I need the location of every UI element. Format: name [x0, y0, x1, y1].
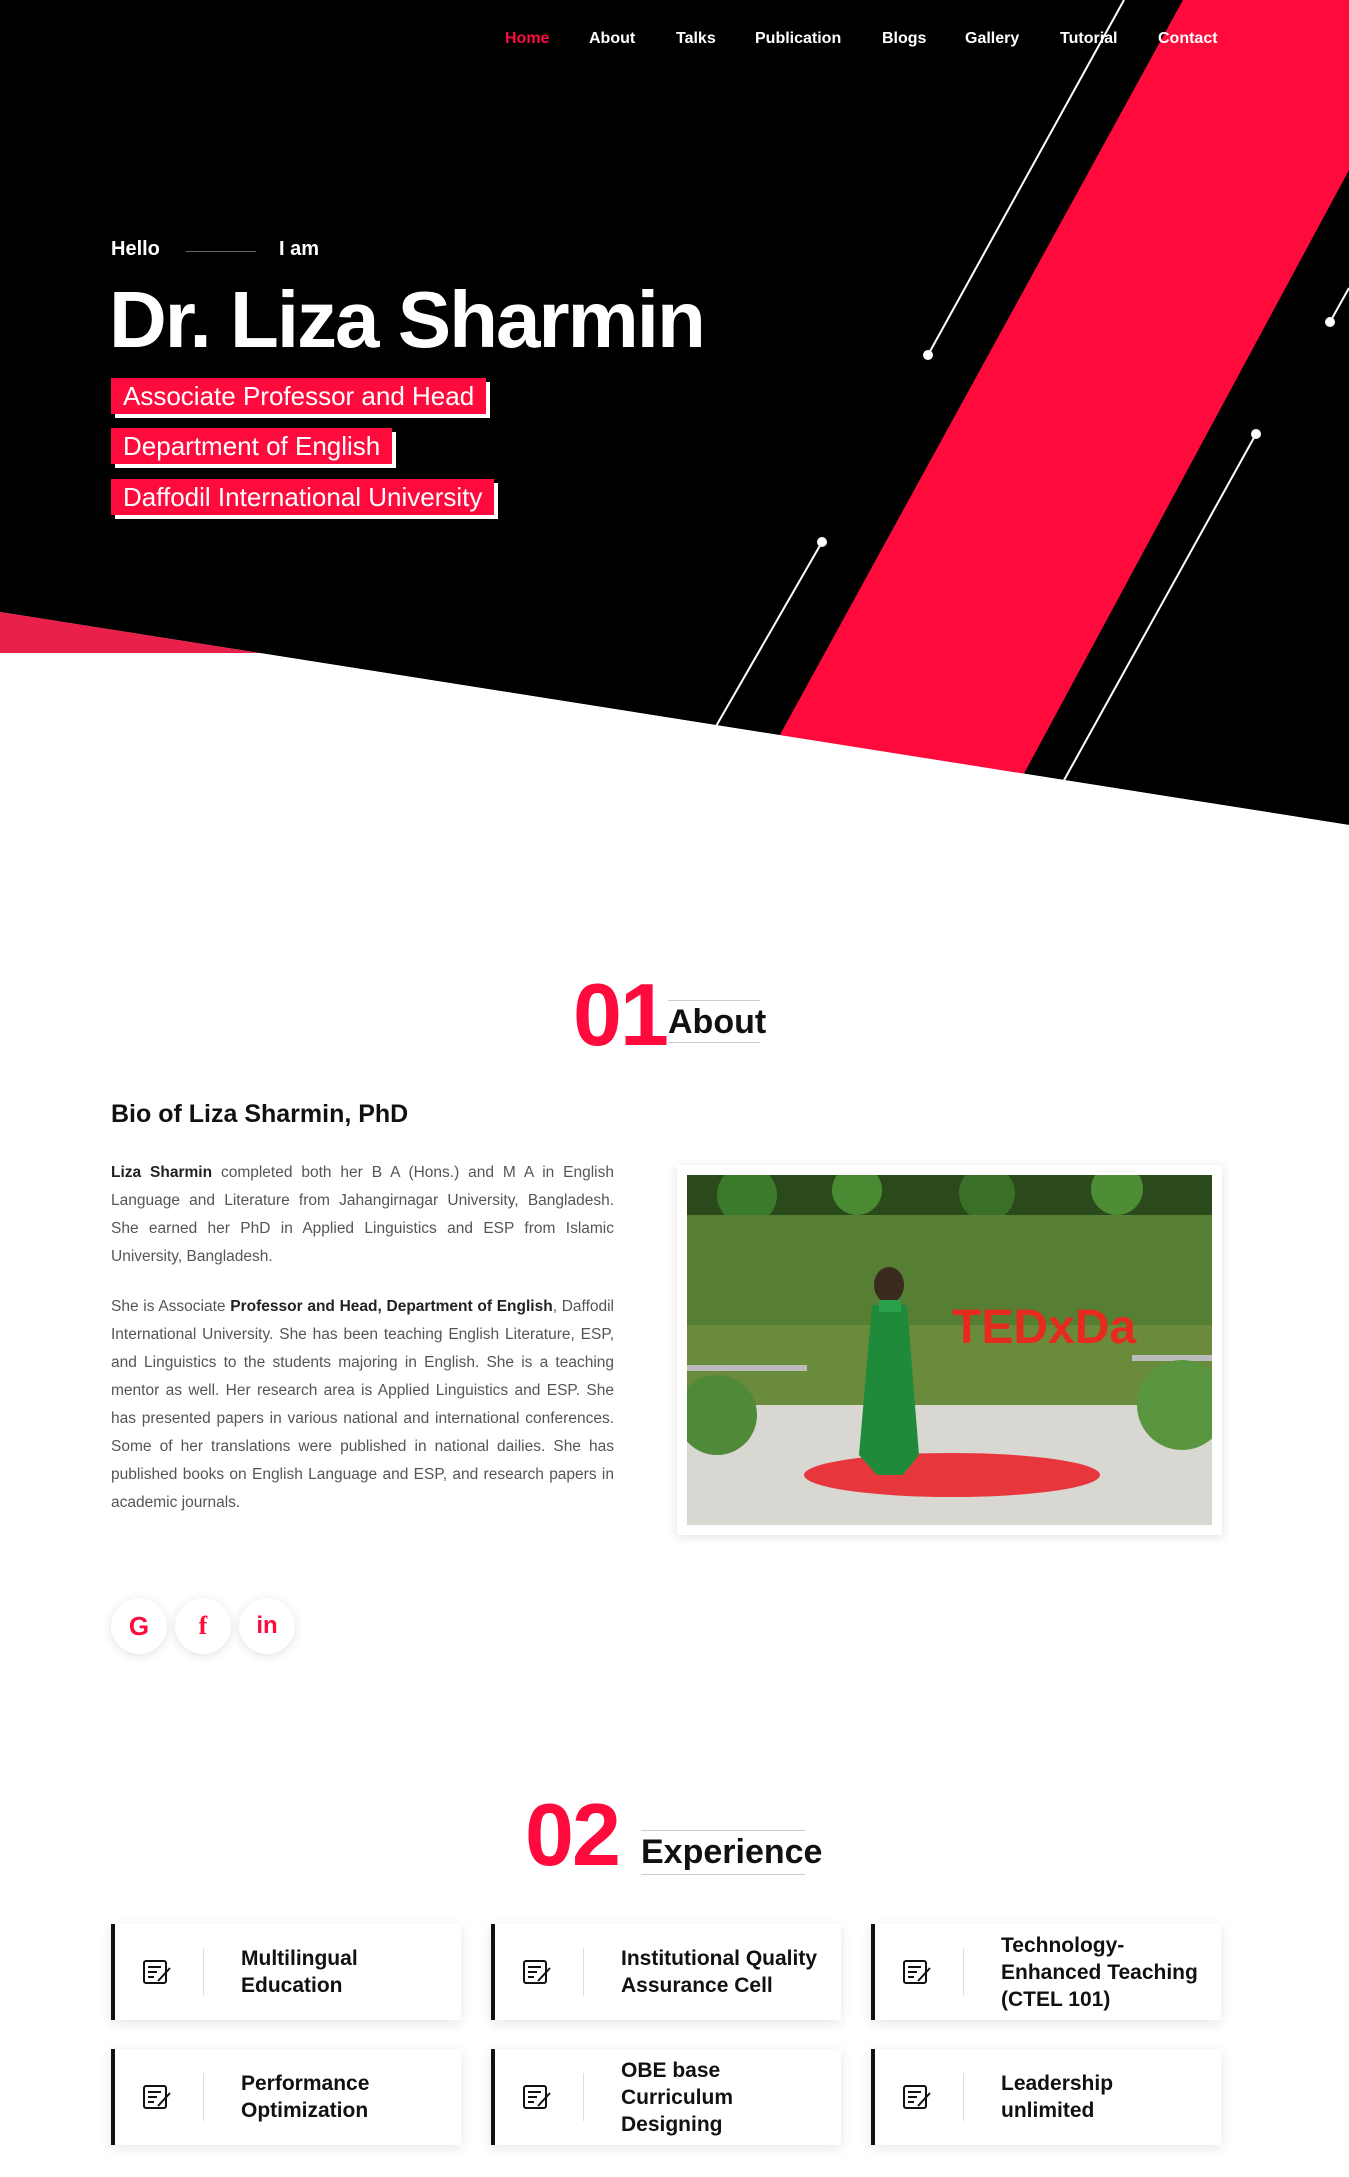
about-title-underline	[668, 1042, 760, 1043]
certificate-icon	[143, 1960, 171, 1984]
experience-label: Performance Optimization	[241, 2072, 370, 2122]
nav-talks[interactable]: Talks	[676, 30, 716, 48]
about-number: 01	[573, 965, 669, 1064]
about-heading: 01 About	[573, 970, 773, 1060]
hero-hello: Hello	[111, 238, 160, 260]
certificate-icon	[903, 2085, 931, 2109]
nav-blogs[interactable]: Blogs	[882, 30, 926, 48]
experience-title-underline	[641, 1874, 805, 1875]
card-divider	[203, 1948, 204, 1996]
experience-number: 02	[525, 1785, 621, 1884]
bio-title: Bio of Liza Sharmin, PhD	[111, 1100, 409, 1128]
bio-paragraph-1: Liza Sharmin completed both her B A (Hon…	[111, 1159, 614, 1271]
hero-iam: I am	[279, 238, 320, 260]
linkedin-icon[interactable]: in	[239, 1598, 295, 1654]
experience-label: OBE base Curriculum Designing	[621, 2058, 734, 2136]
bio-p2-text: , Daffodil International University. She…	[111, 1298, 614, 1511]
certificate-icon	[143, 2085, 171, 2109]
hero-section: Home About Talks Publication Blogs Galle…	[0, 0, 1349, 840]
experience-label: Technology-Enhanced Teaching (CTEL 101)	[1001, 1933, 1198, 2011]
hero-name: Dr. Liza Sharmin	[109, 275, 706, 364]
nav-gallery[interactable]: Gallery	[965, 30, 1019, 48]
experience-label: Multilingual Education	[241, 1947, 358, 1997]
google-icon[interactable]: G	[111, 1598, 167, 1654]
card-divider	[963, 2073, 964, 2121]
bio-name: Liza Sharmin	[111, 1164, 213, 1181]
experience-heading: 02 Experience	[525, 1790, 825, 1880]
hero-background	[0, 0, 1349, 840]
social-links: G f in	[111, 1598, 311, 1656]
card-divider	[583, 2073, 584, 2121]
experience-label: Leadership unlimited	[1001, 2072, 1114, 2122]
nav-home[interactable]: Home	[505, 30, 549, 48]
experience-card[interactable]: Technology-Enhanced Teaching (CTEL 101)	[871, 1924, 1221, 2020]
hero-tag-position: Associate Professor and Head	[111, 378, 487, 414]
about-title-rule	[668, 1000, 760, 1001]
experience-card[interactable]: Institutional Quality Assurance Cell	[491, 1924, 841, 2020]
experience-label: Institutional Quality Assurance Cell	[621, 1947, 818, 1997]
experience-card[interactable]: OBE base Curriculum Designing	[491, 2049, 841, 2145]
nav-tutorial[interactable]: Tutorial	[1060, 30, 1117, 48]
experience-title-rule	[641, 1830, 805, 1831]
bio-paragraph-2: She is Associate Professor and Head, Dep…	[111, 1293, 614, 1517]
hero-intro: Hello I am	[111, 238, 411, 264]
certificate-icon	[523, 1960, 551, 1984]
bio-p2-start: She is Associate	[111, 1298, 231, 1315]
hero-tag-university: Daffodil International University	[111, 479, 495, 515]
experience-card[interactable]: Performance Optimization	[111, 2049, 461, 2145]
experience-card[interactable]: Multilingual Education	[111, 1924, 461, 2020]
photo-sign: TEDxDa	[952, 1301, 1136, 1354]
nav-about[interactable]: About	[589, 30, 635, 48]
bio-position: Professor and Head, Department of Englis…	[230, 1298, 553, 1315]
main-nav: Home About Talks Publication Blogs Galle…	[0, 30, 1349, 56]
about-title: About	[668, 1003, 767, 1041]
profile-photo-frame: TEDxDa	[677, 1165, 1222, 1535]
intro-divider	[186, 251, 256, 252]
hero-tag-department: Department of English	[111, 428, 393, 464]
certificate-icon	[903, 1960, 931, 1984]
card-divider	[963, 1948, 964, 1996]
card-divider	[583, 1948, 584, 1996]
nav-publication[interactable]: Publication	[755, 30, 841, 48]
experience-card[interactable]: Leadership unlimited	[871, 2049, 1221, 2145]
card-divider	[203, 2073, 204, 2121]
facebook-icon[interactable]: f	[175, 1598, 231, 1654]
certificate-icon	[523, 2085, 551, 2109]
tedx-talk-photo: TEDxDa	[687, 1175, 1212, 1525]
nav-contact[interactable]: Contact	[1158, 30, 1218, 48]
experience-title: Experience	[641, 1833, 823, 1871]
